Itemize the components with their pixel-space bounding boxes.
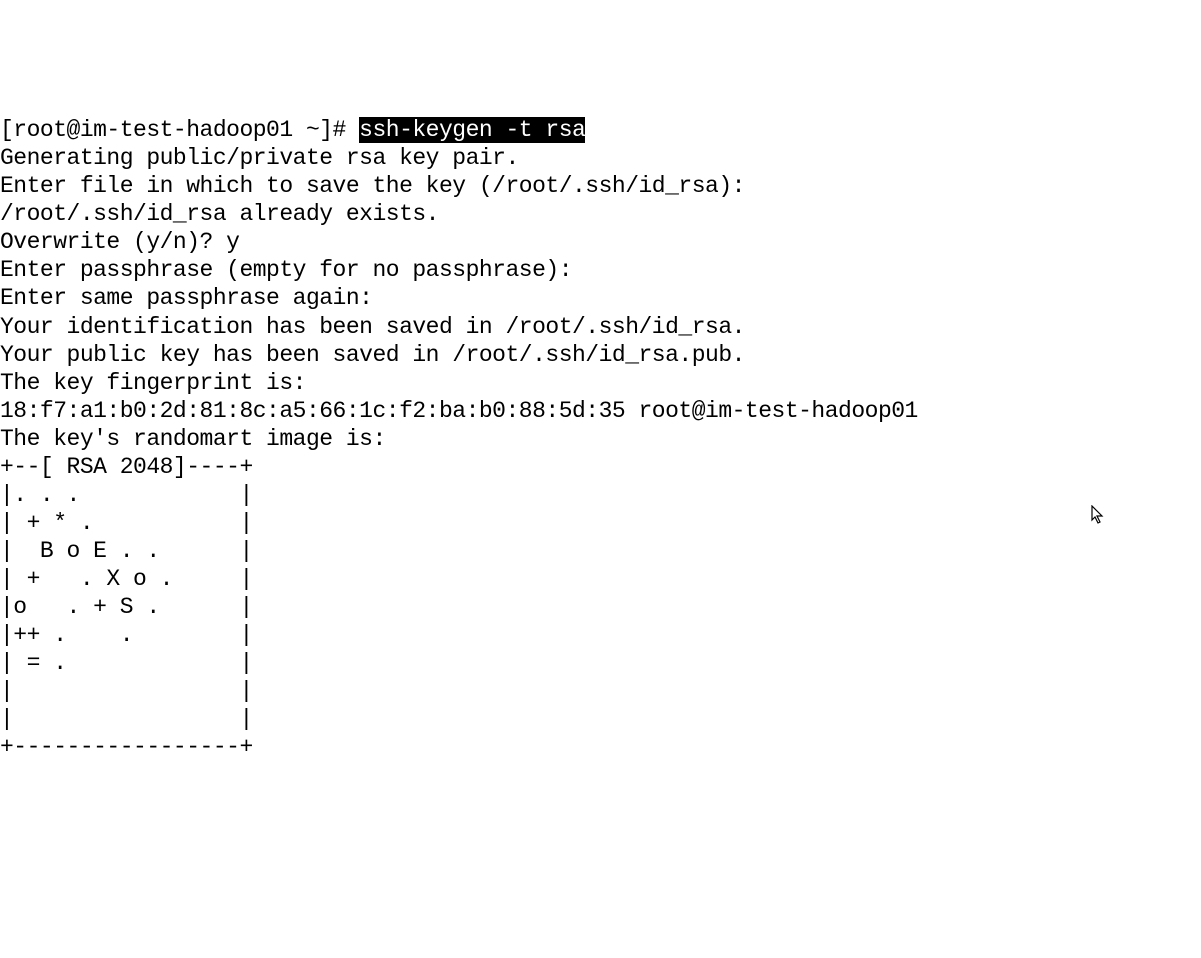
randomart-line: | | [0, 678, 253, 704]
output-line: Your identification has been saved in /r… [0, 314, 745, 340]
randomart-line: | | [0, 706, 253, 732]
randomart-line: |. . . | [0, 482, 253, 508]
randomart-line: | + * . | [0, 510, 253, 536]
output-line: The key's randomart image is: [0, 426, 386, 452]
output-line: Enter file in which to save the key (/ro… [0, 173, 745, 199]
randomart-line: +--[ RSA 2048]----+ [0, 454, 253, 480]
output-line: 18:f7:a1:b0:2d:81:8c:a5:66:1c:f2:ba:b0:8… [0, 398, 918, 424]
output-line: Enter same passphrase again: [0, 285, 372, 311]
randomart-line: +-----------------+ [0, 734, 253, 760]
output-line: /root/.ssh/id_rsa already exists. [0, 201, 439, 227]
command-input: ssh-keygen -t rsa [359, 117, 585, 143]
randomart-line: | + . X o . | [0, 566, 253, 592]
output-line: The key fingerprint is: [0, 370, 306, 396]
output-line: Generating public/private rsa key pair. [0, 145, 519, 171]
randomart-line: | B o E . . | [0, 538, 253, 564]
randomart-line: | = . | [0, 650, 253, 676]
output-line: Your public key has been saved in /root/… [0, 342, 745, 368]
randomart-line: |o . + S . | [0, 594, 253, 620]
randomart-line: |++ . . | [0, 622, 253, 648]
output-line: Enter passphrase (empty for no passphras… [0, 257, 572, 283]
prompt: [root@im-test-hadoop01 ~]# [0, 117, 359, 143]
output-line: Overwrite (y/n)? y [0, 229, 239, 255]
